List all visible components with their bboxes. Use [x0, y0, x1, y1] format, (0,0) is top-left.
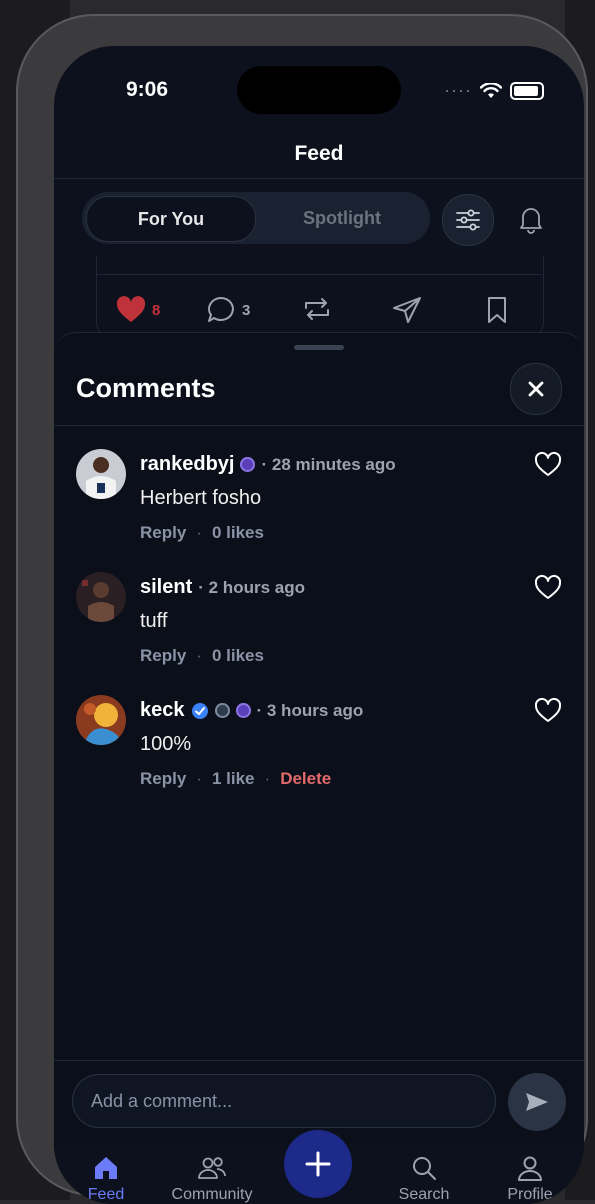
comment-header: silent · 2 hours ago	[140, 576, 305, 599]
reply-button[interactable]: Reply	[140, 769, 186, 789]
send-arrow-icon	[526, 1093, 548, 1111]
plus-icon	[305, 1151, 331, 1177]
send-icon	[393, 297, 421, 323]
feed-segmented-control: For You Spotlight	[82, 192, 430, 244]
avatar[interactable]	[76, 572, 126, 622]
tab-community[interactable]: Community	[162, 1154, 262, 1204]
battery-icon	[510, 81, 544, 100]
people-icon	[198, 1157, 226, 1179]
avatar[interactable]	[76, 449, 126, 499]
comment-likes: 0 likes	[211, 646, 264, 665]
post-bookmark-button[interactable]	[486, 296, 508, 324]
comment-header: keck · 3 hours ago	[140, 699, 363, 722]
phone-frame: 9:06 ···· Feed For You Spotlight 8 3 Com…	[16, 14, 588, 1204]
meta-separator: ·	[196, 769, 202, 788]
dynamic-island	[237, 66, 401, 114]
close-icon	[528, 381, 544, 397]
tab-for-you[interactable]: For You	[86, 196, 256, 242]
comment-item: keck · 3 hours ago 100% Reply · 1 like ·…	[76, 693, 566, 803]
post-comment-button[interactable]: 3	[206, 296, 250, 324]
sheet-grabber[interactable]	[294, 345, 344, 350]
heart-icon[interactable]	[534, 574, 562, 602]
post-divider	[96, 274, 542, 275]
tab-profile[interactable]: Profile	[480, 1154, 580, 1204]
comment-header: rankedbyj · 28 minutes ago	[140, 453, 396, 476]
phone-screen: 9:06 ···· Feed For You Spotlight 8 3 Com…	[54, 46, 584, 1204]
comment-meta: Reply · 0 likes	[140, 646, 264, 666]
tab-search[interactable]: Search	[374, 1154, 474, 1204]
status-time: 9:06	[126, 78, 169, 101]
tab-label: Community	[171, 1186, 253, 1203]
comment-likes: 1 like	[211, 769, 255, 788]
meta-separator: ·	[196, 523, 202, 542]
home-icon	[95, 1157, 117, 1179]
comment-text: 100%	[140, 733, 192, 755]
status-icons: ····	[444, 80, 544, 101]
filter-button[interactable]	[442, 194, 494, 246]
send-button[interactable]	[508, 1073, 566, 1131]
comment-time: · 2 hours ago	[198, 577, 305, 597]
post-like-button[interactable]: 8	[116, 296, 160, 324]
tab-label: Search	[398, 1186, 450, 1203]
comment-likes: 0 likes	[211, 523, 264, 542]
comment-icon	[208, 297, 234, 322]
verified-badge-icon	[191, 702, 208, 719]
create-post-button[interactable]	[284, 1130, 352, 1198]
delete-button[interactable]: Delete	[280, 769, 331, 789]
tab-label: Feed	[87, 1186, 125, 1203]
tab-bar: Feed Community Search Profile	[54, 1130, 584, 1204]
comment-time: · 3 hours ago	[256, 700, 364, 720]
post-repost-button[interactable]	[302, 296, 332, 322]
search-icon	[413, 1157, 436, 1180]
person-icon	[518, 1156, 542, 1181]
comment-item: silent · 2 hours ago tuff Reply · 0 like…	[76, 570, 566, 680]
heart-filled-icon	[116, 296, 146, 322]
signal-icon: ····	[444, 80, 472, 100]
comment-meta: Reply · 0 likes	[140, 523, 264, 543]
tab-feed[interactable]: Feed	[56, 1154, 156, 1204]
wifi-icon	[480, 82, 502, 98]
header-divider	[54, 178, 584, 179]
meta-separator: ·	[196, 646, 202, 665]
comment-username[interactable]: rankedbyj	[140, 453, 234, 476]
sheet-title: Comments	[76, 373, 216, 403]
meta-separator: ·	[264, 769, 271, 788]
comment-meta: Reply · 1 like · Delete	[140, 769, 331, 789]
close-button[interactable]	[510, 363, 562, 415]
badge-icon	[214, 703, 230, 718]
post-comment-count: 3	[242, 301, 251, 319]
comment-time: · 28 minutes ago	[261, 454, 396, 474]
reply-button[interactable]: Reply	[140, 646, 186, 666]
post-share-button[interactable]	[392, 296, 422, 324]
page-title: Feed	[294, 142, 344, 165]
post-like-count: 8	[152, 301, 161, 319]
comment-text: tuff	[140, 610, 168, 632]
bookmark-icon	[488, 297, 506, 323]
comment-item: rankedbyj · 28 minutes ago Herbert fosho…	[76, 447, 566, 557]
notifications-button[interactable]	[510, 198, 552, 240]
comment-input[interactable]: Add a comment...	[72, 1074, 496, 1128]
comment-text: Herbert fosho	[140, 487, 262, 509]
tab-label: Profile	[507, 1186, 553, 1203]
post-actions: 8 3	[116, 296, 516, 328]
heart-icon[interactable]	[534, 451, 562, 479]
badge-icon	[240, 457, 256, 472]
repost-icon	[305, 298, 329, 320]
avatar[interactable]	[76, 695, 126, 745]
reply-button[interactable]: Reply	[140, 523, 186, 543]
composer-divider	[54, 1060, 584, 1061]
heart-icon[interactable]	[534, 697, 562, 725]
tab-spotlight[interactable]: Spotlight	[258, 196, 426, 240]
sliders-icon	[456, 209, 480, 231]
badge-icon	[235, 703, 251, 718]
comment-username[interactable]: keck	[140, 699, 185, 722]
bell-icon	[520, 208, 542, 234]
sheet-divider	[54, 425, 584, 426]
comment-username[interactable]: silent	[140, 576, 192, 599]
